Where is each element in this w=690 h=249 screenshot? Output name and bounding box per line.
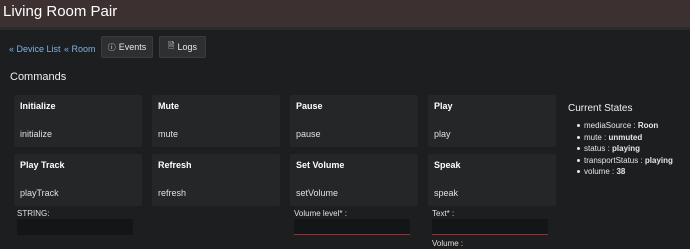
speak-volume-label: Volume : xyxy=(432,239,464,248)
state-item: mute : unmuted xyxy=(577,132,673,144)
info-circle-icon: ⓘ xyxy=(107,42,116,52)
command-card-mute[interactable]: Mute mute xyxy=(152,95,280,147)
command-name: initialize xyxy=(20,129,53,139)
command-name: speak xyxy=(434,188,459,198)
command-name: setVolume xyxy=(296,188,339,198)
title-bar: Living Room Pair xyxy=(0,0,690,27)
command-card-initialize[interactable]: Initialize initialize xyxy=(14,95,142,147)
command-card-speak[interactable]: Speak speak xyxy=(428,154,556,206)
speak-text-input[interactable] xyxy=(432,219,548,235)
events-button-label: Events xyxy=(118,42,147,52)
room-link[interactable]: « Room xyxy=(64,44,96,54)
events-button[interactable]: ⓘ Events xyxy=(101,36,153,58)
volume-level-input[interactable] xyxy=(294,219,410,235)
command-title: Set Volume xyxy=(296,160,345,170)
command-title: Initialize xyxy=(20,101,56,111)
command-title: Play Track xyxy=(20,160,65,170)
state-item: volume : 38 xyxy=(577,166,673,178)
command-name: playTrack xyxy=(20,188,59,198)
state-item: mediaSource : Roon xyxy=(577,120,673,132)
play-track-string-label: STRING: xyxy=(17,209,50,218)
current-states-heading: Current States xyxy=(568,103,633,114)
device-list-link[interactable]: « Device List xyxy=(9,44,61,54)
command-title: Refresh xyxy=(158,160,192,170)
command-name: play xyxy=(434,129,451,139)
state-item: status : playing xyxy=(577,143,673,155)
page-title: Living Room Pair xyxy=(3,3,118,20)
command-name: pause xyxy=(296,129,321,139)
command-card-play-track[interactable]: Play Track playTrack xyxy=(14,154,142,206)
document-icon: 🗎 xyxy=(168,41,175,50)
logs-button-label: Logs xyxy=(177,42,197,52)
command-card-set-volume[interactable]: Set Volume setVolume xyxy=(290,154,418,206)
command-title: Play xyxy=(434,101,453,111)
command-title: Speak xyxy=(434,160,461,170)
command-name: refresh xyxy=(158,188,187,198)
command-card-play[interactable]: Play play xyxy=(428,95,556,147)
speak-text-label: Text* : xyxy=(432,209,455,218)
command-title: Mute xyxy=(158,101,179,111)
logs-button[interactable]: 🗎 Logs xyxy=(159,36,206,58)
command-title: Pause xyxy=(296,101,323,111)
commands-heading: Commands xyxy=(10,71,67,83)
current-states-list: mediaSource : Roon mute : unmuted status… xyxy=(577,120,673,178)
command-name: mute xyxy=(158,129,179,139)
command-card-pause[interactable]: Pause pause xyxy=(290,95,418,147)
play-track-string-input[interactable] xyxy=(17,219,133,235)
header-divider xyxy=(0,27,690,30)
command-card-refresh[interactable]: Refresh refresh xyxy=(152,154,280,206)
state-item: transportStatus : playing xyxy=(577,155,673,165)
volume-level-label: Volume level* : xyxy=(294,209,347,218)
